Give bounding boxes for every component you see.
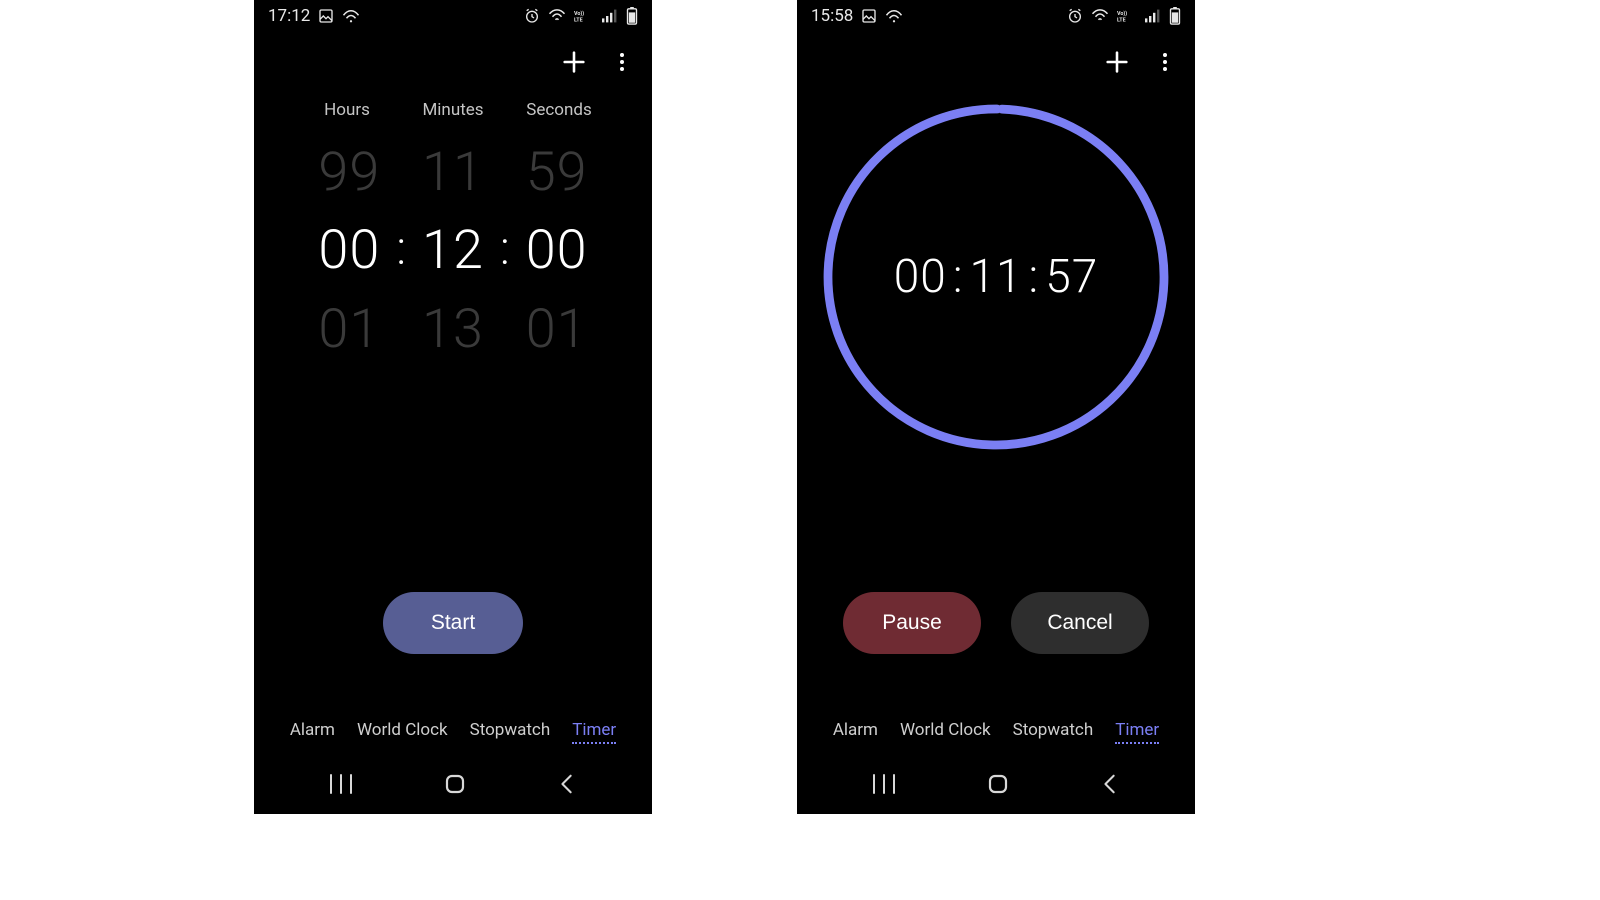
plus-icon: [560, 48, 588, 76]
status-time: 17:12: [268, 6, 310, 26]
start-button[interactable]: Start: [383, 592, 523, 654]
timer-ring: 00 : 11 : 57: [821, 102, 1171, 452]
status-bar: 15:58 Vo))LTE: [797, 0, 1195, 32]
time-separator: :: [500, 226, 510, 272]
tab-worldclock[interactable]: World Clock: [357, 720, 448, 744]
status-time: 15:58: [811, 6, 853, 26]
recents-icon: [328, 773, 354, 795]
svg-text:Vo)): Vo)): [574, 10, 584, 17]
tab-stopwatch[interactable]: Stopwatch: [1013, 720, 1094, 744]
svg-text:LTE: LTE: [1117, 17, 1126, 23]
more-options-button[interactable]: [1143, 40, 1187, 84]
cancel-button[interactable]: Cancel: [1011, 592, 1149, 654]
hours-cur: 00: [318, 212, 380, 290]
recents-icon: [871, 773, 897, 795]
nav-back-button[interactable]: [1099, 773, 1121, 795]
tab-alarm[interactable]: Alarm: [833, 720, 878, 744]
picture-icon: [861, 8, 877, 24]
status-bar: 17:12 Vo))LTE: [254, 0, 652, 32]
more-vert-icon: [610, 50, 634, 74]
signal-icon: [1145, 9, 1161, 23]
back-icon: [1099, 773, 1121, 795]
system-nav-bar: [797, 754, 1195, 814]
svg-text:Vo)): Vo)): [1117, 10, 1127, 17]
tab-alarm[interactable]: Alarm: [290, 720, 335, 744]
nav-recents-button[interactable]: [871, 773, 897, 795]
wifi-icon: [548, 9, 566, 23]
minutes-cur: 12: [422, 212, 484, 290]
picture-icon: [318, 8, 334, 24]
system-nav-bar: [254, 754, 652, 814]
minutes-prev: 11: [422, 134, 484, 212]
pause-button[interactable]: Pause: [843, 592, 981, 654]
home-icon: [986, 772, 1010, 796]
home-icon: [443, 772, 467, 796]
tab-worldclock[interactable]: World Clock: [900, 720, 991, 744]
seconds-label: Seconds: [506, 100, 612, 120]
minutes-label: Minutes: [400, 100, 506, 120]
hours-value: 00: [894, 250, 947, 304]
alarm-set-icon: [1067, 8, 1083, 24]
tab-timer[interactable]: Timer: [1115, 720, 1159, 744]
volte-icon: Vo))LTE: [1117, 9, 1137, 23]
battery-icon: [1169, 7, 1181, 25]
button-row: Start: [254, 592, 652, 654]
tab-timer[interactable]: Timer: [572, 720, 616, 744]
app-bar: [797, 32, 1195, 92]
time-picker: 99 00 01 : 11 12 13 : 59 00 01: [254, 134, 652, 369]
alarm-set-icon: [524, 8, 540, 24]
bottom-tabs: Alarm World Clock Stopwatch Timer: [254, 720, 652, 744]
seconds-next: 01: [526, 291, 588, 369]
seconds-wheel[interactable]: 59 00 01: [504, 134, 610, 369]
wifi-icon: [1091, 9, 1109, 23]
volte-icon: Vo))LTE: [574, 9, 594, 23]
nav-recents-button[interactable]: [328, 773, 354, 795]
nav-home-button[interactable]: [443, 772, 467, 796]
time-separator: :: [1029, 250, 1040, 304]
minutes-wheel[interactable]: 11 12 13: [400, 134, 506, 369]
signal-icon: [602, 9, 618, 23]
picker-header: Hours Minutes Seconds: [254, 100, 652, 120]
phone-timer-running: 15:58 Vo))LTE: [797, 0, 1195, 814]
button-row: Pause Cancel: [797, 592, 1195, 654]
plus-icon: [1103, 48, 1131, 76]
tab-stopwatch[interactable]: Stopwatch: [470, 720, 551, 744]
add-timer-button[interactable]: [552, 40, 596, 84]
nav-home-button[interactable]: [986, 772, 1010, 796]
phone-timer-setup: 17:12 Vo))LTE Hours Minutes Sec: [254, 0, 652, 814]
seconds-cur: 00: [526, 212, 588, 290]
time-remaining: 00 : 11 : 57: [821, 102, 1171, 452]
hours-prev: 99: [318, 134, 380, 212]
hours-wheel[interactable]: 99 00 01: [296, 134, 402, 369]
nav-back-button[interactable]: [556, 773, 578, 795]
more-vert-icon: [1153, 50, 1177, 74]
wifi-calling-icon: [342, 9, 360, 23]
wifi-calling-icon: [885, 9, 903, 23]
svg-text:LTE: LTE: [574, 17, 583, 23]
battery-icon: [626, 7, 638, 25]
more-options-button[interactable]: [600, 40, 644, 84]
minutes-value: 11: [969, 250, 1022, 304]
minutes-next: 13: [422, 291, 484, 369]
add-timer-button[interactable]: [1095, 40, 1139, 84]
bottom-tabs: Alarm World Clock Stopwatch Timer: [797, 720, 1195, 744]
seconds-value: 57: [1045, 250, 1098, 304]
back-icon: [556, 773, 578, 795]
hours-next: 01: [318, 291, 380, 369]
time-separator: :: [396, 226, 406, 272]
seconds-prev: 59: [526, 134, 588, 212]
app-bar: [254, 32, 652, 92]
hours-label: Hours: [294, 100, 400, 120]
time-separator: :: [953, 250, 964, 304]
